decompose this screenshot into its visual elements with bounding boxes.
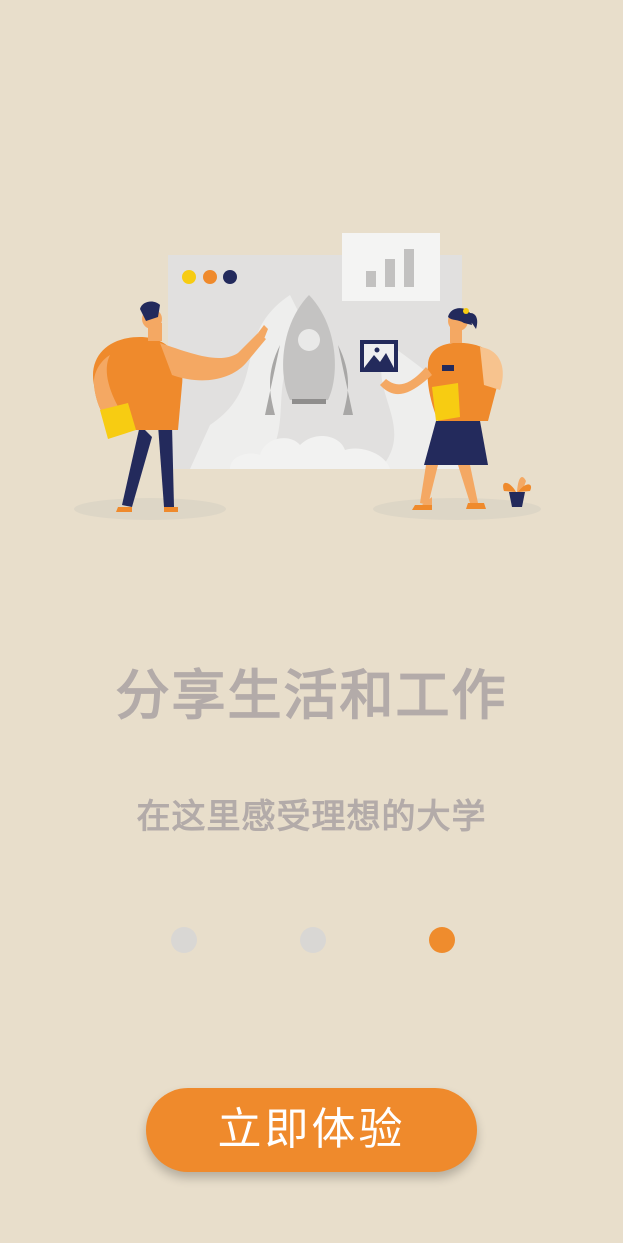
bar-chart-icon: [342, 233, 440, 301]
onboarding-title: 分享生活和工作: [115, 664, 508, 727]
ground-shadow-left: [74, 498, 226, 520]
image-icon: [360, 340, 398, 372]
page-indicator-dot-3-active[interactable]: [429, 927, 455, 953]
browser-dots-icon: [182, 270, 237, 284]
start-experience-button[interactable]: 立即体验: [146, 1088, 477, 1172]
onboarding-screen: 分享生活和工作 在这里感受理想的大学 立即体验: [0, 0, 623, 1243]
page-indicator: [0, 927, 623, 953]
page-indicator-dot-1[interactable]: [171, 927, 197, 953]
onboarding-illustration: [74, 233, 541, 520]
page-indicator-dot-2[interactable]: [300, 927, 326, 953]
onboarding-subtitle: 在这里感受理想的大学: [136, 797, 487, 837]
